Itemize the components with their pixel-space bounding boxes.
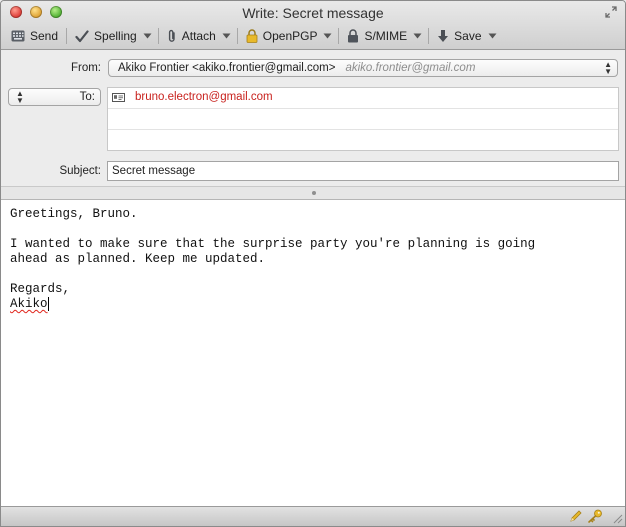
dropdown-arrow-icon (488, 33, 496, 39)
compose-window: Write: Secret message Send Spelling Atta… (0, 0, 626, 527)
recipients-list: bruno.electron@gmail.com (107, 87, 619, 151)
smime-label: S/MIME (364, 29, 408, 43)
misspelled-word[interactable]: Akiko (10, 297, 49, 311)
body-line-signature: Akiko (10, 297, 625, 312)
send-label: Send (30, 29, 59, 43)
titlebar-toolbar: Write: Secret message Send Spelling Atta… (1, 1, 625, 50)
body-line: Regards, (10, 282, 71, 296)
smime-menu-button[interactable] (411, 33, 424, 39)
body-line: Greetings, Bruno. (10, 207, 138, 221)
dropdown-arrow-icon (323, 33, 332, 39)
smime-button[interactable]: S/MIME (343, 26, 411, 46)
dropdown-arrow-icon (143, 33, 152, 39)
address-card-icon (112, 93, 125, 102)
window-title: Write: Secret message (242, 5, 384, 21)
splitter-grip-icon (312, 191, 316, 195)
dropdown-arrow-icon (413, 33, 422, 39)
key-icon[interactable] (587, 509, 603, 523)
recipient-type-select[interactable]: ▲ ▼ To: (8, 88, 101, 106)
toolbar-divider (338, 28, 340, 44)
updown-arrows-icon: ▲ ▼ (604, 60, 612, 76)
padlock-icon (246, 29, 258, 43)
recipient-row-empty[interactable] (108, 109, 618, 130)
resize-grip-icon[interactable] (611, 512, 623, 524)
openpgp-label: OpenPGP (262, 29, 318, 43)
recipient-address[interactable]: bruno.electron@gmail.com (135, 91, 273, 103)
dropdown-arrow-icon (222, 33, 231, 39)
updown-arrows-icon: ▲ ▼ (16, 89, 24, 105)
status-icons (569, 509, 603, 523)
recipient-row[interactable]: bruno.electron@gmail.com (108, 88, 618, 109)
send-icon (11, 30, 25, 42)
spelling-button[interactable]: Spelling (71, 26, 141, 46)
attach-label: Attach (181, 29, 216, 43)
padlock-icon (348, 29, 359, 43)
subject-label: Subject: (59, 165, 101, 177)
down-arrow-icon (438, 30, 449, 42)
openpgp-menu-button[interactable] (321, 33, 334, 39)
body-line: ahead as planned. Keep me updated. (10, 252, 266, 266)
from-identity-select[interactable]: Akiko Frontier <akiko.frontier@gmail.com… (108, 59, 618, 77)
attach-menu-button[interactable] (220, 33, 233, 39)
to-label: To: (79, 91, 95, 103)
attach-button[interactable]: Attach (163, 26, 220, 46)
save-button[interactable]: Save (433, 26, 485, 46)
send-button[interactable]: Send (7, 26, 62, 46)
toolbar-divider (66, 28, 68, 44)
fullscreen-icon[interactable] (605, 6, 617, 18)
from-alias: akiko.frontier@gmail.com (345, 62, 476, 74)
toolbar-divider (236, 28, 238, 44)
checkmark-icon (75, 29, 89, 42)
spelling-menu-button[interactable] (141, 33, 154, 39)
recipient-row-empty[interactable] (108, 130, 618, 150)
save-menu-button[interactable] (486, 33, 499, 39)
spelling-label: Spelling (94, 29, 137, 43)
body-line (10, 222, 625, 237)
paperclip-icon (168, 29, 175, 42)
subject-input[interactable]: Secret message (107, 161, 619, 181)
body-line (10, 267, 625, 282)
openpgp-button[interactable]: OpenPGP (242, 26, 322, 46)
toolbar-divider (157, 28, 159, 44)
body-line: I wanted to make sure that the surprise … (10, 237, 536, 251)
pen-icon[interactable] (569, 509, 583, 523)
save-label: Save (454, 29, 482, 43)
toolbar-divider (428, 28, 430, 44)
status-bar (1, 506, 625, 526)
toolbar: Send Spelling Attach OpenPGP S/MIME Save (7, 26, 619, 46)
message-body-editor[interactable]: Greetings, Bruno. I wanted to make sure … (1, 200, 625, 509)
from-value: Akiko Frontier <akiko.frontier@gmail.com… (118, 62, 336, 74)
from-label: From: (70, 62, 101, 74)
header-body-splitter[interactable] (1, 186, 625, 200)
